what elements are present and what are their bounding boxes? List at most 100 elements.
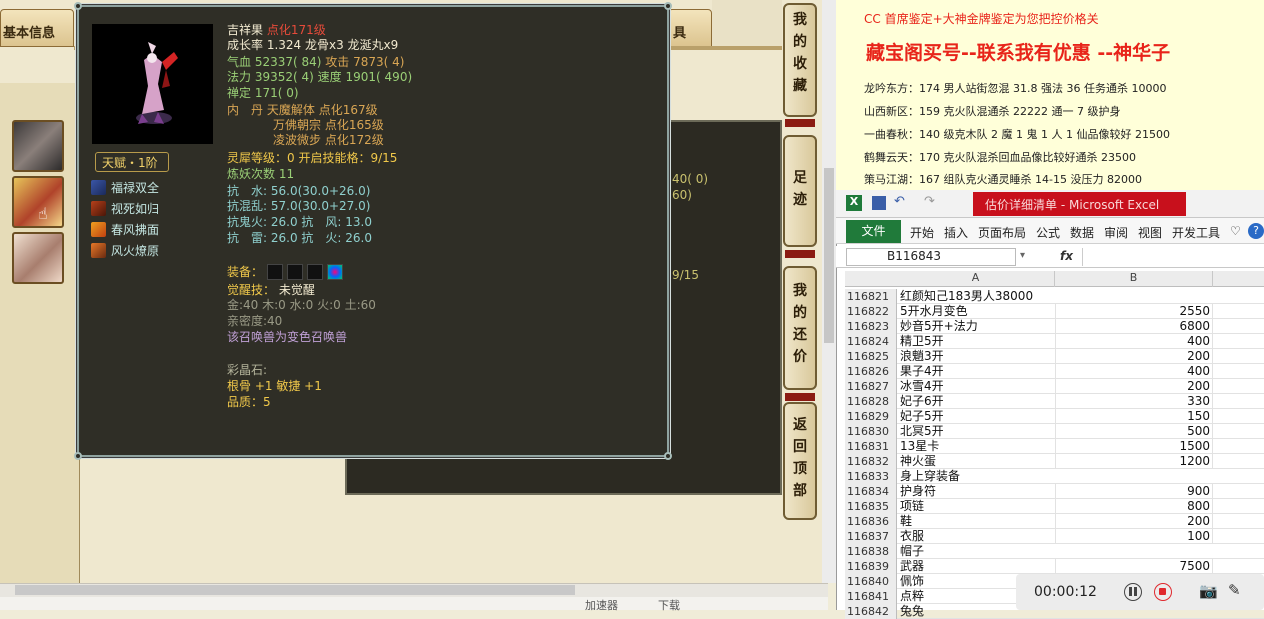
equip-slot[interactable]: [306, 264, 323, 280]
cell-b[interactable]: 1500: [1055, 439, 1213, 454]
help-icon[interactable]: ?: [1248, 223, 1264, 239]
row-number[interactable]: 116842: [845, 604, 897, 619]
pen-icon[interactable]: ✎: [1228, 581, 1241, 599]
row-number[interactable]: 116832: [845, 454, 897, 469]
vertical-scroll-thumb[interactable]: [824, 168, 834, 343]
row-number[interactable]: 116830: [845, 424, 897, 439]
cell-a[interactable]: 神火蛋: [900, 454, 936, 469]
ribbon-tab-page-layout[interactable]: 页面布局: [978, 224, 1026, 241]
cell-a[interactable]: 妃子5开: [900, 409, 944, 424]
table-row[interactable]: 116827 冰雪4开 200: [845, 379, 1264, 394]
ribbon-tab-data[interactable]: 数据: [1070, 224, 1094, 241]
table-row[interactable]: 116833 身上穿装备: [845, 469, 1264, 484]
table-row[interactable]: 116830 北冥5开 500: [845, 424, 1264, 439]
skill-item[interactable]: 视死如归: [91, 200, 159, 217]
cell-a[interactable]: 衣服: [900, 529, 924, 544]
cell-a[interactable]: 5开水月变色: [900, 304, 968, 319]
download-label[interactable]: 下载: [658, 597, 680, 613]
table-row[interactable]: 116826 果子4开 400: [845, 364, 1264, 379]
redo-icon[interactable]: ↷: [924, 194, 935, 209]
cell-a[interactable]: 精卫5开: [900, 334, 944, 349]
table-row[interactable]: 116821 红颜知己183男人38000: [845, 289, 1264, 304]
table-row[interactable]: 116825 浪魈3开 200: [845, 349, 1264, 364]
footprint-button[interactable]: 足迹: [783, 135, 817, 247]
horizontal-scroll-thumb[interactable]: [15, 585, 575, 595]
save-icon[interactable]: [872, 196, 886, 210]
fx-icon[interactable]: fx: [1060, 249, 1073, 263]
ribbon-tab-developer[interactable]: 开发工具: [1172, 224, 1220, 241]
cell-b[interactable]: 400: [1055, 364, 1213, 379]
my-favorites-button[interactable]: 我的收藏: [783, 3, 817, 117]
table-row[interactable]: 116838 帽子: [845, 544, 1264, 559]
row-number[interactable]: 116828: [845, 394, 897, 409]
ribbon-tab-insert[interactable]: 插入: [944, 224, 968, 241]
equip-slot[interactable]: [286, 264, 303, 280]
name-box-dropdown-icon[interactable]: ▾: [1020, 250, 1025, 261]
row-number[interactable]: 116840: [845, 574, 897, 589]
cell-a[interactable]: 浪魈3开: [900, 349, 944, 364]
ribbon-tab-review[interactable]: 审阅: [1104, 224, 1128, 241]
column-header-b[interactable]: B: [1055, 271, 1213, 287]
row-number[interactable]: 116839: [845, 559, 897, 574]
row-number[interactable]: 116822: [845, 304, 897, 319]
cell-a[interactable]: 鞋: [900, 514, 912, 529]
cell-a[interactable]: 果子4开: [900, 364, 944, 379]
table-row[interactable]: 116832 神火蛋 1200: [845, 454, 1264, 469]
row-number[interactable]: 116834: [845, 484, 897, 499]
cell-b[interactable]: 200: [1055, 514, 1213, 529]
pause-icon[interactable]: [1124, 583, 1142, 601]
name-box[interactable]: B116843: [846, 248, 1016, 266]
row-number[interactable]: 116829: [845, 409, 897, 424]
table-row[interactable]: 116823 妙音5开+法力 6800: [845, 319, 1264, 334]
table-row[interactable]: 116828 妃子6开 330: [845, 394, 1264, 409]
ribbon-tab-view[interactable]: 视图: [1138, 224, 1162, 241]
table-row[interactable]: 116829 妃子5开 150: [845, 409, 1264, 424]
row-number[interactable]: 116837: [845, 529, 897, 544]
table-row[interactable]: 116822 5开水月变色 2550: [845, 304, 1264, 319]
skill-item[interactable]: 福禄双全: [91, 179, 159, 196]
back-to-top-button[interactable]: 返回顶部: [783, 402, 817, 520]
cell-b[interactable]: 200: [1055, 349, 1213, 364]
cell-b[interactable]: 150: [1055, 409, 1213, 424]
cell-a[interactable]: 佩饰: [900, 574, 924, 589]
cell-b[interactable]: 500: [1055, 424, 1213, 439]
row-number[interactable]: 116836: [845, 514, 897, 529]
row-number[interactable]: 116823: [845, 319, 897, 334]
formula-input[interactable]: [1082, 248, 1264, 266]
column-header-a[interactable]: A: [897, 271, 1055, 287]
cell-b[interactable]: 400: [1055, 334, 1213, 349]
tab-items[interactable]: 具: [668, 9, 712, 47]
pet-portrait-3[interactable]: [12, 232, 64, 284]
cell-a[interactable]: 点粹: [900, 589, 924, 604]
cell-b[interactable]: 200: [1055, 379, 1213, 394]
undo-icon[interactable]: ↶: [894, 194, 905, 209]
cell-a[interactable]: 项链: [900, 499, 924, 514]
cell-a[interactable]: 帽子: [900, 544, 924, 559]
pet-portrait-1[interactable]: [12, 120, 64, 172]
row-number[interactable]: 116838: [845, 544, 897, 559]
cell-b[interactable]: 7500: [1055, 559, 1213, 574]
ribbon-tab-file[interactable]: 文件: [846, 220, 901, 243]
tab-basic-info[interactable]: 基本信息: [0, 9, 74, 47]
accelerator-label[interactable]: 加速器: [585, 597, 618, 613]
table-row[interactable]: 116839 武器 7500: [845, 559, 1264, 574]
cell-a[interactable]: 武器: [900, 559, 924, 574]
cell-b[interactable]: 2550: [1055, 304, 1213, 319]
table-row[interactable]: 116835 项链 800: [845, 499, 1264, 514]
row-number[interactable]: 116821: [845, 289, 897, 304]
cell-b[interactable]: 100: [1055, 529, 1213, 544]
table-row[interactable]: 116837 衣服 100: [845, 529, 1264, 544]
row-number[interactable]: 116833: [845, 469, 897, 484]
cell-a[interactable]: 妙音5开+法力: [900, 319, 978, 334]
cell-a[interactable]: 兔兔: [900, 604, 924, 619]
cell-a[interactable]: 妃子6开: [900, 394, 944, 409]
row-number[interactable]: 116841: [845, 589, 897, 604]
cell-a[interactable]: 北冥5开: [900, 424, 944, 439]
skill-item[interactable]: 风火燎原: [91, 242, 159, 259]
cell-b[interactable]: 900: [1055, 484, 1213, 499]
equip-gem-icon[interactable]: [326, 264, 343, 280]
cell-b[interactable]: 800: [1055, 499, 1213, 514]
cell-a[interactable]: 红颜知己183男人38000: [900, 289, 1033, 304]
row-number[interactable]: 116831: [845, 439, 897, 454]
stop-record-icon[interactable]: [1154, 583, 1172, 601]
